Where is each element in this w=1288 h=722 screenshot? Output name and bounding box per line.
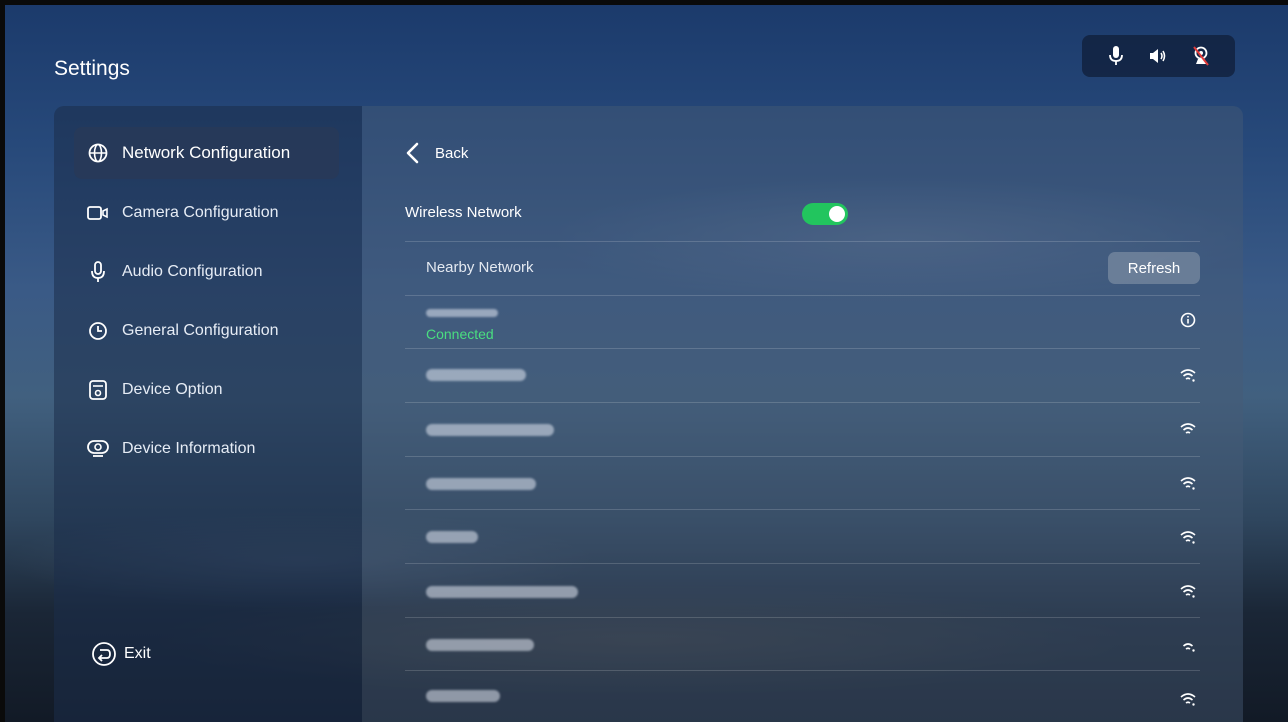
toggle-knob — [829, 206, 845, 222]
network-name-redacted — [426, 369, 526, 381]
sidebar-item-label: Device Option — [122, 381, 223, 398]
sidebar-item-device-option[interactable]: Device Option — [74, 364, 339, 416]
wifi-icon — [1180, 584, 1196, 603]
exit-label: Exit — [124, 645, 151, 662]
refresh-button[interactable]: Refresh — [1108, 252, 1200, 284]
exit-button[interactable]: Exit — [92, 642, 151, 666]
connection-status: Connected — [426, 326, 494, 342]
network-content: Back Wireless Network Nearby Network Ref… — [362, 106, 1243, 722]
info-icon[interactable] — [1180, 312, 1196, 333]
sidebar-item-label: Network Configuration — [122, 143, 291, 162]
wifi-icon — [1180, 368, 1196, 387]
network-name-redacted — [426, 690, 500, 702]
speaker-icon[interactable] — [1149, 48, 1167, 64]
camera-off-icon[interactable] — [1192, 46, 1209, 66]
divider — [405, 402, 1200, 403]
exit-icon — [92, 642, 116, 666]
wireless-toggle[interactable] — [802, 203, 848, 225]
wifi-icon — [1180, 422, 1196, 441]
divider — [405, 563, 1200, 564]
microphone-icon — [87, 261, 109, 283]
microphone-icon[interactable] — [1108, 46, 1123, 66]
divider — [405, 670, 1200, 671]
sidebar-item-label: Camera Configuration — [122, 204, 279, 221]
divider — [405, 295, 1200, 296]
divider — [405, 348, 1200, 349]
divider — [405, 241, 1200, 242]
sidebar-item-general[interactable]: General Configuration — [74, 305, 339, 357]
divider — [405, 617, 1200, 618]
network-name-redacted — [426, 639, 534, 651]
settings-panel: Network Configuration Camera Configurati… — [54, 106, 1243, 722]
status-bar — [1082, 35, 1235, 77]
frame-edge-left — [0, 0, 5, 722]
camera-icon — [87, 202, 109, 224]
wireless-network-label: Wireless Network — [405, 204, 522, 221]
network-name-redacted — [426, 586, 578, 598]
network-name-redacted — [426, 309, 498, 317]
globe-icon — [87, 142, 109, 164]
back-label: Back — [435, 144, 469, 162]
network-name-redacted — [426, 531, 478, 543]
wifi-icon — [1180, 476, 1196, 495]
wifi-icon — [1180, 530, 1196, 549]
frame-edge-top — [0, 0, 1288, 5]
back-button[interactable]: Back — [405, 142, 468, 164]
network-name-redacted — [426, 424, 554, 436]
chevron-left-icon — [405, 142, 419, 164]
sidebar: Network Configuration Camera Configurati… — [54, 106, 362, 722]
info-device-icon — [87, 438, 109, 460]
wifi-icon — [1180, 692, 1196, 711]
sidebar-item-device-information[interactable]: Device Information — [74, 423, 339, 475]
sidebar-item-label: Audio Configuration — [122, 263, 263, 280]
device-icon — [87, 379, 109, 401]
sidebar-item-camera[interactable]: Camera Configuration — [74, 187, 339, 239]
page-title: Settings — [54, 57, 130, 80]
sidebar-item-label: General Configuration — [122, 322, 279, 339]
divider — [405, 509, 1200, 510]
wifi-icon — [1180, 638, 1196, 657]
network-name-redacted — [426, 478, 536, 490]
clock-icon — [87, 320, 109, 342]
sidebar-item-network[interactable]: Network Configuration — [74, 127, 339, 179]
nearby-network-label: Nearby Network — [426, 259, 534, 276]
sidebar-item-audio[interactable]: Audio Configuration — [74, 246, 339, 298]
divider — [405, 456, 1200, 457]
sidebar-item-label: Device Information — [122, 440, 256, 457]
